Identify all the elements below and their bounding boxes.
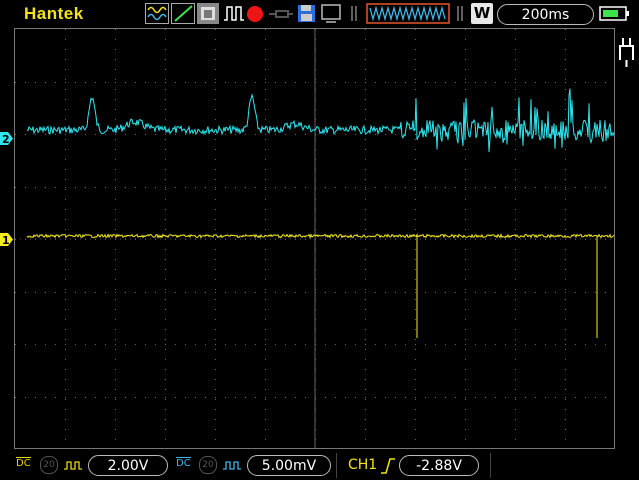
ch1-marker-label: 1 bbox=[2, 234, 10, 247]
ch2-invert-icon[interactable] bbox=[222, 458, 242, 477]
ch2-marker-label: 2 bbox=[2, 133, 10, 146]
ch2-scale-readout[interactable]: 5.00mV bbox=[247, 455, 331, 476]
ch1-invert-icon[interactable] bbox=[63, 458, 83, 477]
ch1-scale-readout[interactable]: 2.00V bbox=[88, 455, 168, 476]
ch1-waveform bbox=[26, 232, 615, 338]
ch2-coupling-icon[interactable]: DC bbox=[176, 457, 191, 469]
waveform-display: 2 1 bbox=[0, 28, 634, 449]
ch2-waveform bbox=[26, 88, 615, 153]
separator bbox=[336, 453, 337, 478]
power-plug-icon bbox=[619, 38, 634, 67]
bottom-status-bar: DC 20 2.00V DC 20 5.00mV CH1 -2.88V bbox=[0, 451, 639, 480]
graticule bbox=[15, 29, 615, 449]
trigger-level-readout[interactable]: -2.88V bbox=[399, 455, 479, 476]
ch2-marker[interactable]: 2 bbox=[0, 132, 13, 146]
trigger-edge-icon[interactable] bbox=[380, 457, 396, 479]
separator bbox=[490, 453, 491, 478]
trigger-source-label[interactable]: CH1 bbox=[348, 457, 377, 473]
ch2-bw-limit-icon[interactable]: 20 bbox=[199, 456, 217, 474]
ch1-marker[interactable]: 1 bbox=[0, 233, 13, 247]
ch1-bw-limit-icon[interactable]: 20 bbox=[40, 456, 58, 474]
ch1-coupling-icon[interactable]: DC bbox=[16, 457, 31, 469]
